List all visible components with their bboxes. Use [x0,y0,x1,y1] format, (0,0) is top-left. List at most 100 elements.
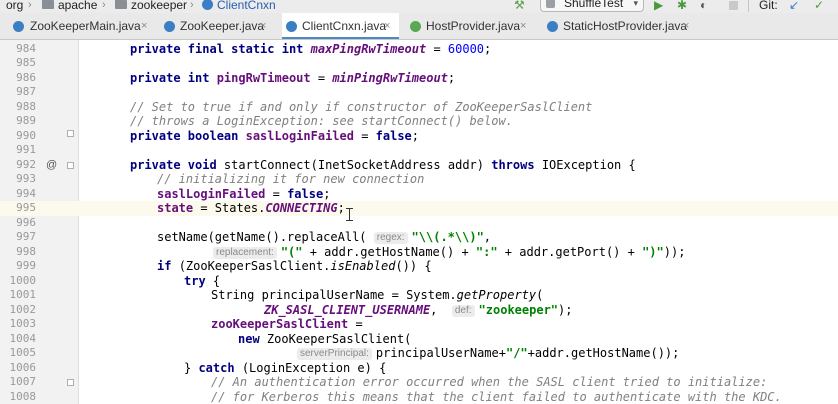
run-config-icon [546,0,555,8]
fold-minus-icon[interactable] [67,379,74,386]
tab-label: ClientCnxn.java [302,19,387,33]
line-number: 1008 [9,389,37,403]
code-line: 1002 ZK_SASL_CLIENT_USERNAME, def: "zooke… [0,303,838,318]
code-line: 991 [0,143,838,158]
close-icon[interactable]: × [683,19,689,33]
vcs-update-icon[interactable]: ↙ [789,0,799,12]
editor-tab-bar: ZooKeeperMain.java × ZooKeeper.java × Cl… [0,13,838,40]
code-line: 997 setName(getName().replaceAll( regex:… [0,230,838,245]
breadcrumb-separator: › [28,0,32,11]
code-line: 994 saslLoginFailed = false; [0,187,838,202]
code-line: 990 private boolean saslLoginFailed = fa… [0,129,838,144]
class-icon [547,21,558,32]
parameter-hint: regex: [373,232,408,244]
line-number: 994 [16,186,36,200]
class-icon [13,21,24,32]
line-number: 989 [16,114,36,127]
fold-end-icon[interactable] [67,130,74,137]
code-text: replacement: "(" + addr.getHostName() + "… [213,245,685,260]
code-text: private void startConnect(InetSocketAddr… [130,157,636,172]
line-number: 991 [16,143,36,156]
class-icon [286,21,297,32]
code-line: 1000 try { [0,274,838,289]
build-hammer-icon[interactable]: ⚒ [514,0,525,12]
code-comment: // throws a LoginException: see startCon… [130,114,513,128]
code-line: 1008 // for Kerberos this means that the… [0,390,838,404]
chevron-down-icon: ▾ [633,0,638,8]
fold-minus-icon[interactable] [67,161,74,169]
tab-clientcnxn[interactable]: ClientCnxn.java × [282,13,399,39]
code-text: } catch (LoginException e) { [184,360,387,375]
code-comment: // for Kerberos this means that the clie… [211,389,782,404]
code-line: 984 private final static int maxPingRwTi… [0,42,838,57]
code-text: private final static int maxPingRwTimeou… [130,41,492,56]
breadcrumb-separator: › [102,0,106,11]
line-number: 1007 [9,375,37,388]
code-line: 987 [0,85,838,100]
close-icon[interactable]: × [260,19,266,33]
code-text: private int pingRwTimeout = minPingRwTim… [130,70,456,85]
stop-icon[interactable] [729,1,738,10]
breadcrumb-org[interactable]: org [6,0,23,12]
code-line: 986 private int pingRwTimeout = minPingR… [0,71,838,86]
code-line: 1006 } catch (LoginException e) { [0,361,838,376]
close-icon[interactable]: × [141,19,147,33]
line-number: 990 [16,128,36,142]
breadcrumb-clientcnxn[interactable]: ClientCnxn [217,0,276,12]
code-text: if (ZooKeeperSaslClient.isEnabled()) { [157,259,432,273]
code-text: state = States.CONNECTING; [157,201,345,215]
tab-label: StaticHostProvider.java [563,19,688,33]
tab-label: ZooKeeper.java [180,19,265,33]
close-icon[interactable]: × [520,19,526,33]
breadcrumb-apache[interactable]: apache [58,0,97,12]
toolbar-divider [748,0,749,12]
code-text: private boolean saslLoginFailed = false; [130,128,420,143]
code-comment: // Set to true if and only if constructo… [130,99,593,114]
line-number: 998 [16,244,36,258]
vcs-commit-icon[interactable]: ✓ [814,0,824,12]
tab-hostprovider[interactable]: HostProvider.java × [406,13,534,39]
close-icon[interactable]: × [384,19,390,33]
line-number: 1000 [9,273,37,287]
code-text: ZK_SASL_CLIENT_USERNAME, def: "zookeeper"… [264,302,573,317]
folder-icon [42,0,54,9]
line-number: 1004 [9,331,37,345]
line-number: 992 [16,157,36,171]
line-number: 1001 [9,288,37,301]
tab-zookeeper[interactable]: ZooKeeper.java × [164,13,282,39]
parameter-hint: def: [451,304,475,317]
class-icon [202,0,213,10]
class-icon [164,21,175,32]
code-line: 988 // Set to true if and only if constr… [0,100,838,115]
code-text: try { [184,273,221,288]
line-number: 987 [16,85,36,98]
breadcrumb-zookeeper[interactable]: zookeeper [131,0,187,12]
code-comment: // An authentication error occurred when… [211,375,768,389]
run-configuration-selector[interactable]: ShuffleTest ▾ [540,0,644,12]
code-line: 1003 zooKeeperSaslClient = [0,317,838,332]
parameter-hint: replacement: [213,246,277,259]
tab-zookeepermain[interactable]: ZooKeeperMain.java × [0,13,164,39]
parameter-hint: serverPrincipal: [297,348,372,360]
coverage-icon[interactable]: ◐ [700,0,707,12]
tab-statichostprovider[interactable]: StaticHostProvider.java × [543,13,700,39]
code-line: 1001 String principalUserName = System.g… [0,288,838,303]
tab-label: ZooKeeperMain.java [30,19,141,33]
folder-icon [115,0,127,9]
code-comment: // initializing it for new connection [157,172,425,186]
override-marker-icon[interactable]: @ [46,158,57,173]
line-number: 988 [16,99,36,113]
code-line: 1007 // An authentication error occurred… [0,375,838,390]
code-line: 993 // initializing it for new connectio… [0,172,838,187]
line-number: 985 [16,56,36,69]
code-line: 999 if (ZooKeeperSaslClient.isEnabled())… [0,259,838,274]
line-number: 995 [16,201,36,214]
run-icon[interactable]: ▶ [654,0,663,12]
code-line: 998 replacement: "(" + addr.getHostName()… [0,245,838,260]
vcs-label: Git: [759,0,778,12]
debug-icon[interactable]: ✱ [677,0,687,12]
line-number: 993 [16,172,36,185]
run-config-label: ShuffleTest [564,0,624,10]
line-number: 1005 [9,346,37,359]
code-text: serverPrincipal: principalUserName+"/"+ad… [297,346,679,361]
